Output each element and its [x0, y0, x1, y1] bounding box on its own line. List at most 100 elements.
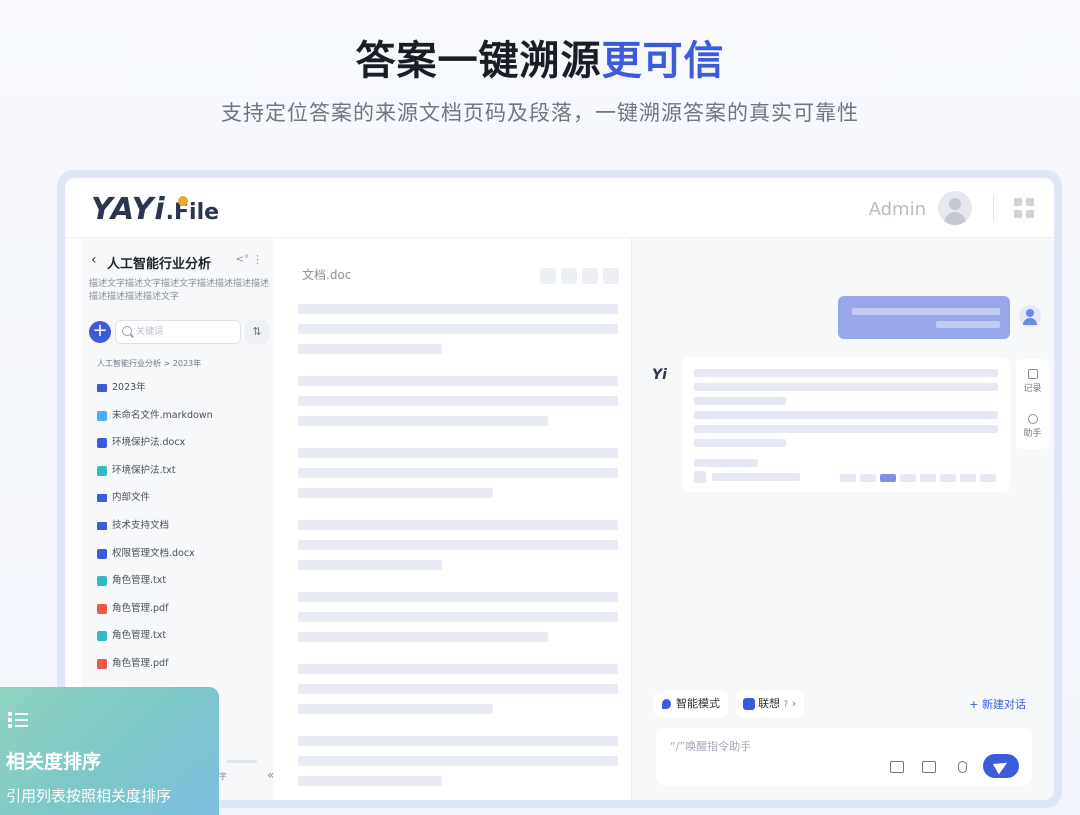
document-line-placeholder: [298, 448, 618, 458]
ai-text-icon[interactable]: [890, 761, 904, 773]
logo: YAYi.File: [91, 192, 219, 227]
file-name: 内部文件: [112, 492, 151, 504]
send-button[interactable]: [983, 754, 1019, 778]
document-line-placeholder: [298, 704, 494, 714]
user-name[interactable]: Admin: [869, 199, 926, 220]
document-line-placeholder: [298, 592, 618, 602]
assistant-tool[interactable]: 助手: [1016, 414, 1049, 439]
location-pin-icon: [662, 699, 671, 709]
document-line-placeholder: [298, 684, 618, 694]
hero-title-accent: 更可信: [601, 38, 725, 84]
record-tool-label: 记录: [1023, 384, 1042, 394]
search-icon: [122, 326, 132, 336]
assistant-icon: [1027, 414, 1038, 424]
document-line-placeholder: [298, 468, 618, 478]
document-name: 文档.doc: [302, 268, 352, 282]
document-line-placeholder: [298, 376, 618, 386]
folder-icon: [97, 384, 107, 392]
folder-icon: [97, 494, 107, 503]
feature-description: 引用列表按照相关度排序: [6, 787, 172, 805]
doc-tool-4-icon[interactable]: [603, 268, 619, 284]
sidebar-header: ‹ 人工智能行业分析 <° ⋮: [91, 252, 267, 272]
user-message-avatar-icon: [1019, 305, 1041, 327]
pdf-file-icon: [97, 658, 107, 669]
document-line-placeholder: [298, 776, 442, 786]
citation-page-dot[interactable]: [960, 474, 976, 482]
side-toolbar: 记录 助手: [1016, 359, 1049, 449]
file-name: 角色管理.pdf: [112, 657, 169, 669]
chevron-right-icon[interactable]: ›: [792, 697, 796, 710]
user-message-bubble: [838, 296, 1010, 339]
breadcrumb[interactable]: 人工智能行业分析 > 2023年: [97, 358, 201, 369]
document-line-placeholder: [298, 612, 618, 622]
image-icon[interactable]: [922, 761, 936, 773]
file-name: 环境保护法.docx: [112, 437, 186, 449]
file-list-item[interactable]: 角色管理.txt: [97, 629, 267, 657]
message-line-placeholder: [694, 383, 998, 391]
help-icon[interactable]: ?: [784, 700, 789, 710]
chat-input-placeholder: “/”唤醒指令助手: [670, 740, 752, 753]
more-icon[interactable]: ⋮: [252, 253, 263, 266]
record-tool[interactable]: 记录: [1016, 369, 1049, 394]
chat-input[interactable]: “/”唤醒指令助手: [656, 728, 1032, 786]
file-list-item[interactable]: 环境保护法.docx: [97, 436, 267, 464]
doc-tool-1-icon[interactable]: [540, 268, 556, 284]
citation-page-dot[interactable]: [940, 474, 956, 482]
avatar-body: [944, 212, 966, 225]
document-line-placeholder: [298, 520, 618, 530]
citation-page-dot[interactable]: [840, 474, 856, 482]
file-search-input[interactable]: 关键词: [115, 320, 241, 344]
new-chat-button[interactable]: + 新建对话: [969, 696, 1026, 712]
document-line-placeholder: [298, 756, 618, 766]
document-line-placeholder: [298, 632, 548, 642]
citation-page-dot[interactable]: [900, 474, 916, 482]
document-line-placeholder: [298, 324, 618, 334]
file-list-item[interactable]: 角色管理.pdf: [97, 657, 267, 685]
docx-file-icon: [97, 438, 107, 449]
source-line-placeholder: [712, 473, 800, 481]
citation-page-dot[interactable]: [880, 474, 896, 482]
chat-panel: Yi 记录 助手 智能模式 联想 ? › + 新建对话 “/”唤醒指令助手: [632, 238, 1054, 800]
association-chip[interactable]: 联想 ? ›: [736, 691, 805, 717]
file-list-item[interactable]: 内部文件: [97, 491, 267, 519]
bot-message-bubble: [682, 357, 1010, 492]
file-list-item[interactable]: 2023年: [97, 381, 267, 409]
smart-mode-chip[interactable]: 智能模式: [654, 691, 728, 717]
file-list-item[interactable]: 权限管理文档.docx: [97, 547, 267, 575]
apps-grid-icon[interactable]: [1014, 198, 1034, 218]
document-line-placeholder: [298, 540, 618, 550]
association-icon: [743, 698, 755, 710]
document-line-placeholder: [298, 344, 442, 354]
file-name: 角色管理.pdf: [112, 602, 169, 614]
doc-tool-2-icon[interactable]: [561, 268, 577, 284]
file-list-item[interactable]: 未命名文件.markdown: [97, 409, 267, 437]
logo-dot-icon: [178, 196, 188, 206]
feature-title: 相关度排序: [6, 751, 102, 773]
back-icon[interactable]: ‹: [91, 252, 97, 268]
message-line-placeholder: [694, 439, 786, 447]
file-name: 角色管理.txt: [112, 630, 167, 642]
document-line-placeholder: [298, 304, 618, 314]
sidebar-scrollbar[interactable]: [227, 760, 257, 763]
file-name: 权限管理文档.docx: [112, 547, 195, 559]
user-avatar[interactable]: [938, 191, 972, 225]
doc-tool-3-icon[interactable]: [582, 268, 598, 284]
file-list-item[interactable]: 角色管理.txt: [97, 574, 267, 602]
file-list-item[interactable]: 角色管理.pdf: [97, 602, 267, 630]
association-label: 联想: [758, 697, 780, 710]
file-list-item[interactable]: 技术支持文档: [97, 519, 267, 547]
file-list-item[interactable]: 环境保护法.txt: [97, 464, 267, 492]
microphone-icon[interactable]: [958, 761, 967, 773]
document-toolbar: [535, 268, 619, 288]
citation-page-dot[interactable]: [860, 474, 876, 482]
topbar-divider: [993, 194, 994, 222]
txt-file-icon: [97, 465, 107, 476]
file-name: 未命名文件.markdown: [112, 409, 213, 421]
share-icon[interactable]: <°: [236, 254, 249, 265]
citation-page-dot[interactable]: [920, 474, 936, 482]
txt-file-icon: [97, 631, 107, 642]
citation-page-dot[interactable]: [980, 474, 996, 482]
sort-button[interactable]: ⇅: [245, 320, 269, 344]
add-file-button[interactable]: +: [89, 321, 111, 343]
document-line-placeholder: [298, 488, 494, 498]
